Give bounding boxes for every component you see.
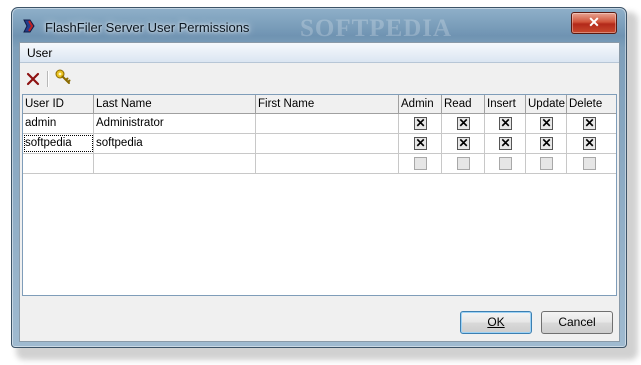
checkbox-read[interactable]	[457, 157, 470, 170]
column-header-first-name[interactable]: First Name	[256, 95, 399, 113]
table-row[interactable]	[23, 154, 616, 174]
cell-last-name[interactable]: softpedia	[94, 134, 256, 153]
checkbox-admin-cell[interactable]	[399, 154, 442, 173]
checkbox-delete[interactable]	[583, 157, 596, 170]
column-header-delete[interactable]: Delete	[567, 95, 611, 113]
checkbox-read-cell[interactable]: ✕	[442, 114, 485, 133]
key-icon[interactable]	[54, 68, 72, 86]
cell-user-id[interactable]: softpedia	[23, 134, 94, 153]
checkbox-read[interactable]: ✕	[457, 117, 470, 130]
checkbox-update-cell[interactable]: ✕	[526, 134, 567, 153]
grid-header: User ID Last Name First Name Admin Read …	[23, 95, 616, 114]
cancel-button[interactable]: Cancel	[541, 311, 613, 334]
permissions-grid[interactable]: User ID Last Name First Name Admin Read …	[22, 94, 617, 296]
checkbox-insert-cell[interactable]	[485, 154, 526, 173]
cell-first-name[interactable]	[256, 134, 399, 153]
watermark: SOFTPEDIA	[300, 15, 453, 42]
checkbox-read[interactable]: ✕	[457, 137, 470, 150]
checkbox-insert-cell[interactable]: ✕	[485, 134, 526, 153]
checkbox-insert[interactable]	[499, 157, 512, 170]
checkbox-admin-cell[interactable]: ✕	[399, 134, 442, 153]
title-bar[interactable]: FlashFiler Server User Permissions SOFTP…	[12, 8, 626, 42]
checkbox-update[interactable]	[540, 157, 553, 170]
checkbox-update[interactable]: ✕	[540, 117, 553, 130]
checkbox-admin[interactable]: ✕	[414, 117, 427, 130]
checkbox-insert[interactable]: ✕	[499, 137, 512, 150]
checkbox-update[interactable]: ✕	[540, 137, 553, 150]
checkbox-delete[interactable]: ✕	[583, 137, 596, 150]
ok-button[interactable]: OK	[460, 311, 532, 334]
column-header-insert[interactable]: Insert	[485, 95, 526, 113]
column-header-read[interactable]: Read	[442, 95, 485, 113]
column-header-last-name[interactable]: Last Name	[94, 95, 256, 113]
checkbox-admin[interactable]: ✕	[414, 137, 427, 150]
delete-icon[interactable]	[25, 71, 41, 87]
cell-user-id[interactable]: admin	[23, 114, 94, 133]
checkbox-admin-cell[interactable]: ✕	[399, 114, 442, 133]
toolbar-separator	[47, 71, 49, 87]
checkbox-insert-cell[interactable]: ✕	[485, 114, 526, 133]
toolbar	[20, 63, 619, 93]
window-title: FlashFiler Server User Permissions	[45, 20, 250, 35]
column-header-update[interactable]: Update	[526, 95, 567, 113]
checkbox-admin[interactable]	[414, 157, 427, 170]
cell-user-id[interactable]	[23, 154, 94, 173]
dialog-window: FlashFiler Server User Permissions SOFTP…	[11, 7, 627, 348]
checkbox-delete-cell[interactable]: ✕	[567, 134, 611, 153]
ok-button-label: OK	[487, 315, 505, 329]
table-row[interactable]: softpedia softpedia ✕ ✕ ✕ ✕ ✕	[23, 134, 616, 154]
checkbox-read-cell[interactable]: ✕	[442, 134, 485, 153]
checkbox-update-cell[interactable]: ✕	[526, 114, 567, 133]
cell-last-name[interactable]: Administrator	[94, 114, 256, 133]
cell-last-name[interactable]	[94, 154, 256, 173]
checkbox-read-cell[interactable]	[442, 154, 485, 173]
column-header-admin[interactable]: Admin	[399, 95, 442, 113]
checkbox-delete-cell[interactable]	[567, 154, 611, 173]
app-icon	[21, 18, 37, 34]
table-row[interactable]: admin Administrator ✕ ✕ ✕ ✕ ✕	[23, 114, 616, 134]
column-header-user-id[interactable]: User ID	[23, 95, 94, 113]
checkbox-update-cell[interactable]	[526, 154, 567, 173]
cell-first-name[interactable]	[256, 154, 399, 173]
menu-bar: User	[20, 43, 619, 63]
checkbox-delete[interactable]: ✕	[583, 117, 596, 130]
checkbox-delete-cell[interactable]: ✕	[567, 114, 611, 133]
cell-first-name[interactable]	[256, 114, 399, 133]
client-area: User User ID Last Name First Name Admin …	[19, 42, 620, 342]
menu-user[interactable]: User	[27, 46, 52, 60]
checkbox-insert[interactable]: ✕	[499, 117, 512, 130]
close-button[interactable]: ✕	[571, 12, 617, 34]
